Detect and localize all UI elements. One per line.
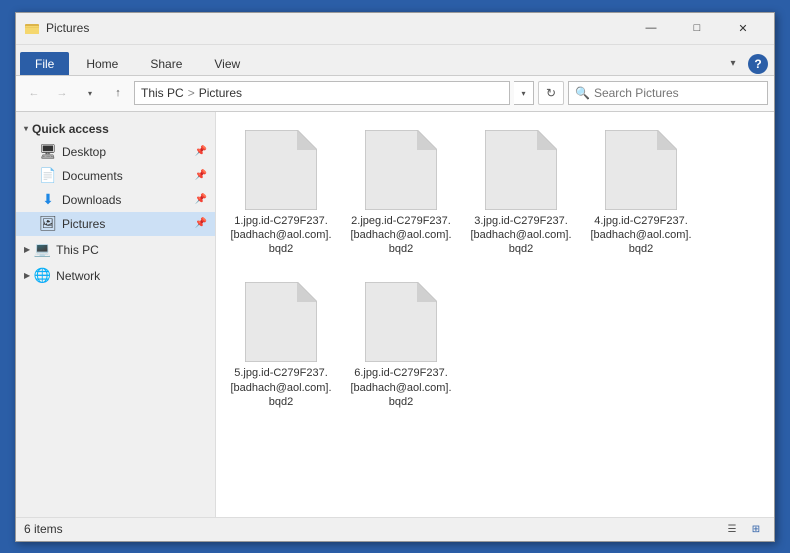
file-name-2: 2.jpeg.id-C279F237.[badhach@aol.com].bqd… — [350, 214, 452, 257]
list-view-button[interactable]: ☰ — [722, 520, 742, 538]
maximize-button[interactable]: □ — [674, 12, 720, 44]
thispc-expand-icon: ▶ — [24, 245, 30, 254]
file-name-6: 6.jpg.id-C279F237.[badhach@aol.com].bqd2 — [350, 366, 452, 409]
search-icon: 🔍 — [575, 86, 590, 100]
sidebar: ▾ Quick access 🖥 Desktop 📌 📄 Documents 📌… — [16, 112, 216, 517]
desktop-icon: 🖥 — [40, 144, 56, 160]
sidebar-item-thispc[interactable]: ▶ 💻 This PC — [16, 238, 215, 262]
list-item[interactable]: 6.jpg.id-C279F237.[badhach@aol.com].bqd2 — [346, 274, 456, 417]
ribbon: File Home Share View ▾ ? — [16, 45, 774, 76]
main-content: ▾ Quick access 🖥 Desktop 📌 📄 Documents 📌… — [16, 112, 774, 517]
item-count-label: 6 items — [24, 522, 63, 536]
nav-dropdown-button[interactable]: ▾ — [78, 81, 102, 105]
sidebar-quickaccess-header[interactable]: ▾ Quick access — [16, 118, 215, 140]
file-icon-6 — [361, 282, 441, 362]
grid-view-button[interactable]: ⊞ — [746, 520, 766, 538]
documents-icon: 📄 — [40, 168, 56, 184]
up-button[interactable]: ↑ — [106, 81, 130, 105]
thispc-icon: 💻 — [34, 242, 50, 258]
view-controls: ☰ ⊞ — [722, 520, 766, 538]
file-icon-1 — [241, 130, 321, 210]
list-item[interactable]: 4.jpg.id-C279F237.[badhach@aol.com].bqd2 — [586, 122, 696, 265]
sidebar-item-desktop-label: Desktop — [62, 145, 106, 159]
ribbon-expand-area: ▾ ? — [722, 53, 774, 75]
network-expand-icon: ▶ — [24, 271, 30, 280]
file-icon-2 — [361, 130, 441, 210]
sidebar-section-thispc: ▶ 💻 This PC — [16, 238, 215, 262]
list-item[interactable]: 1.jpg.id-C279F237.[badhach@aol.com].bqd2 — [226, 122, 336, 265]
file-name-5: 5.jpg.id-C279F237.[badhach@aol.com].bqd2 — [230, 366, 332, 409]
window-controls: — □ ✕ — [628, 12, 766, 44]
network-icon: 🌐 — [34, 268, 50, 284]
tab-home[interactable]: Home — [71, 52, 133, 75]
minimize-button[interactable]: — — [628, 12, 674, 44]
quickaccess-expand-icon: ▾ — [24, 124, 28, 133]
sidebar-item-pictures[interactable]: 🖼 Pictures 📌 — [16, 212, 215, 236]
sidebar-item-network-label: Network — [56, 269, 100, 283]
file-name-3: 3.jpg.id-C279F237.[badhach@aol.com].bqd2 — [470, 214, 572, 257]
address-bar: ← → ▾ ↑ This PC > Pictures ▾ ↻ 🔍 — [16, 76, 774, 112]
downloads-pin-icon: 📌 — [195, 194, 207, 205]
documents-pin-icon: 📌 — [195, 170, 207, 181]
path-pictures: Pictures — [199, 86, 242, 100]
downloads-icon: ⬇ — [40, 192, 56, 208]
file-explorer-window: Pictures — □ ✕ File Home Share View ▾ ? … — [15, 12, 775, 542]
sidebar-quickaccess-label: Quick access — [32, 122, 109, 136]
sidebar-item-documents[interactable]: 📄 Documents 📌 — [16, 164, 215, 188]
window-title: Pictures — [46, 21, 628, 35]
sidebar-section-network: ▶ 🌐 Network — [16, 264, 215, 288]
file-name-1: 1.jpg.id-C279F237.[badhach@aol.com].bqd2 — [230, 214, 332, 257]
tab-file[interactable]: File — [20, 52, 69, 75]
pictures-icon: 🖼 — [40, 216, 56, 232]
file-area: 1.jpg.id-C279F237.[badhach@aol.com].bqd2… — [216, 112, 774, 517]
ribbon-collapse-button[interactable]: ▾ — [722, 53, 744, 75]
sidebar-item-desktop[interactable]: 🖥 Desktop 📌 — [16, 140, 215, 164]
forward-button[interactable]: → — [50, 81, 74, 105]
file-icon-3 — [481, 130, 561, 210]
status-bar: 6 items ☰ ⊞ — [16, 517, 774, 541]
desktop-pin-icon: 📌 — [195, 146, 207, 157]
window-icon — [24, 20, 40, 36]
sidebar-item-downloads[interactable]: ⬇ Downloads 📌 — [16, 188, 215, 212]
tab-view[interactable]: View — [199, 52, 255, 75]
ribbon-tabs: File Home Share View ▾ ? — [16, 45, 774, 75]
title-bar: Pictures — □ ✕ — [16, 13, 774, 45]
path-sep-1: > — [188, 86, 195, 100]
path-dropdown-button[interactable]: ▾ — [514, 81, 534, 105]
file-name-4: 4.jpg.id-C279F237.[badhach@aol.com].bqd2 — [590, 214, 692, 257]
search-box[interactable]: 🔍 — [568, 81, 768, 105]
help-button[interactable]: ? — [748, 54, 768, 74]
refresh-button[interactable]: ↻ — [538, 81, 564, 105]
back-button[interactable]: ← — [22, 81, 46, 105]
pictures-pin-icon: 📌 — [195, 218, 207, 229]
list-item[interactable]: 2.jpeg.id-C279F237.[badhach@aol.com].bqd… — [346, 122, 456, 265]
close-button[interactable]: ✕ — [720, 12, 766, 44]
sidebar-item-documents-label: Documents — [62, 169, 123, 183]
sidebar-item-pictures-label: Pictures — [62, 217, 105, 231]
sidebar-section-quickaccess: ▾ Quick access 🖥 Desktop 📌 📄 Documents 📌… — [16, 118, 215, 236]
file-grid: 1.jpg.id-C279F237.[badhach@aol.com].bqd2… — [226, 122, 764, 418]
address-path[interactable]: This PC > Pictures — [134, 81, 510, 105]
file-icon-4 — [601, 130, 681, 210]
search-input[interactable] — [594, 86, 761, 100]
path-thispc: This PC — [141, 86, 184, 100]
list-item[interactable]: 3.jpg.id-C279F237.[badhach@aol.com].bqd2 — [466, 122, 576, 265]
file-icon-5 — [241, 282, 321, 362]
sidebar-item-network[interactable]: ▶ 🌐 Network — [16, 264, 215, 288]
sidebar-item-downloads-label: Downloads — [62, 193, 121, 207]
sidebar-item-thispc-label: This PC — [56, 243, 99, 257]
list-item[interactable]: 5.jpg.id-C279F237.[badhach@aol.com].bqd2 — [226, 274, 336, 417]
tab-share[interactable]: Share — [135, 52, 197, 75]
